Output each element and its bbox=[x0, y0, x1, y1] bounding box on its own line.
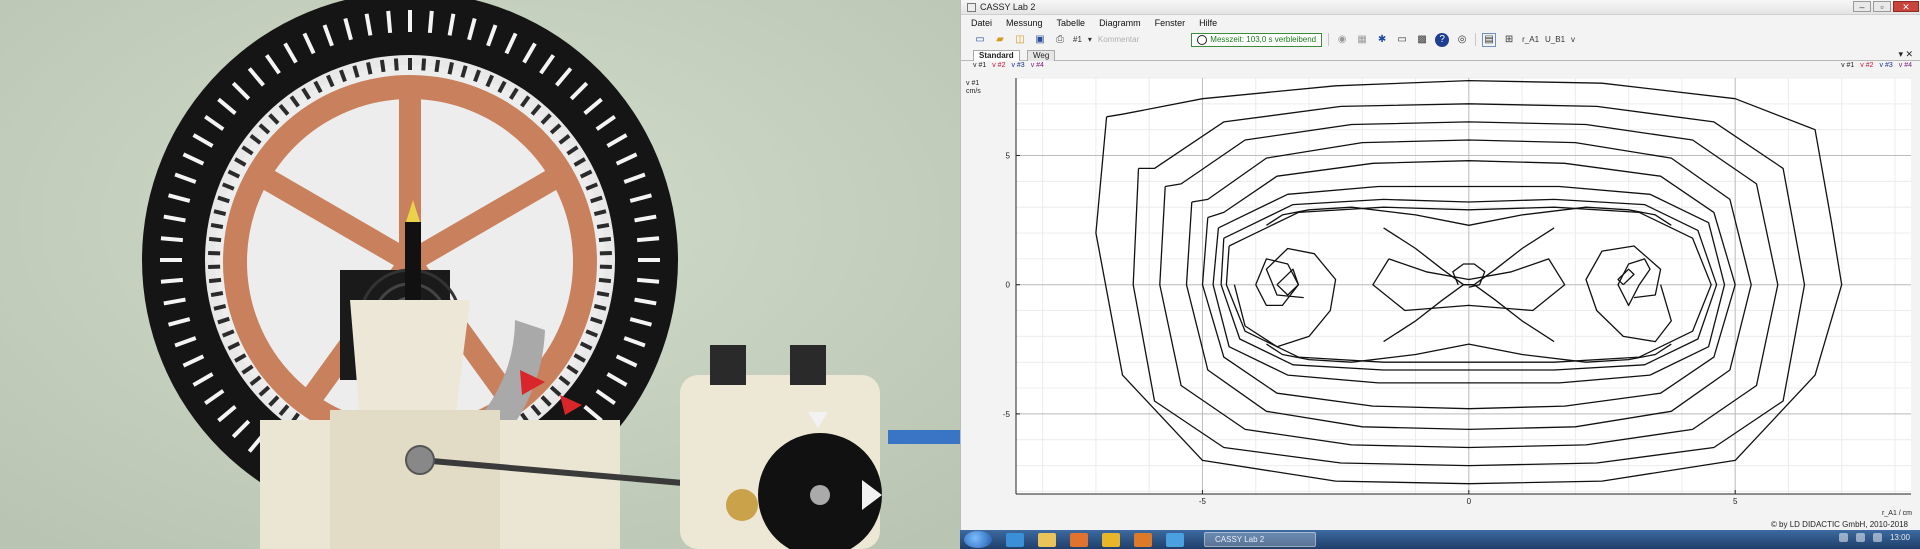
explorer-icon[interactable] bbox=[1038, 532, 1056, 547]
x-axis-label: r_A1 / cm bbox=[1882, 510, 1912, 517]
table-icon[interactable]: ▦ bbox=[1355, 33, 1369, 47]
new-file-icon[interactable]: ▭ bbox=[973, 33, 987, 47]
measurement-timer[interactable]: Messzeit: 103,0 s verbleibend bbox=[1191, 32, 1323, 47]
legend-v2-right[interactable]: v #2 bbox=[1860, 62, 1873, 72]
tray-arrow-icon[interactable] bbox=[1838, 533, 1848, 542]
readout-v[interactable]: v bbox=[1571, 35, 1575, 44]
media-player-icon[interactable] bbox=[1070, 532, 1088, 547]
pendulum-photo bbox=[0, 0, 960, 549]
menu-fenster[interactable]: Fenster bbox=[1155, 18, 1186, 28]
info-icon[interactable]: ◎ bbox=[1455, 33, 1469, 47]
window-controls: – ▫ ✕ bbox=[1853, 1, 1919, 12]
menu-datei[interactable]: Datei bbox=[971, 18, 992, 28]
clock-icon bbox=[1197, 34, 1208, 45]
y-tick-label: -5 bbox=[1003, 410, 1011, 419]
tab-standard[interactable]: Standard bbox=[973, 50, 1020, 61]
taskbar: CASSY Lab 2 13:00 bbox=[960, 530, 1920, 549]
save-icon[interactable]: ▣ bbox=[1033, 33, 1047, 47]
menu-diagramm[interactable]: Diagramm bbox=[1099, 18, 1141, 28]
legend-v3-right[interactable]: v #3 bbox=[1880, 62, 1893, 72]
app-icon-orange[interactable] bbox=[1134, 532, 1152, 547]
legend-v2[interactable]: v #2 bbox=[992, 62, 1005, 72]
toolbar: ▭ ▰ ◫ ▣ ⎙ #1 ▾ Kommentar Messzeit: 103,0… bbox=[961, 31, 1920, 48]
timer-text: Messzeit: 103,0 s verbleibend bbox=[1210, 35, 1317, 44]
menu-bar: Datei Messung Tabelle Diagramm Fenster H… bbox=[961, 16, 1920, 30]
window-title: CASSY Lab 2 bbox=[980, 2, 1036, 12]
phase-plot[interactable]: -5 0 5 5 0 -5 bbox=[966, 74, 1918, 514]
toolbar-separator bbox=[1475, 33, 1477, 46]
legend-v1-right[interactable]: v #1 bbox=[1841, 62, 1854, 72]
channel-dropdown-icon[interactable]: ▾ bbox=[1088, 35, 1092, 44]
phase-plot-svg[interactable]: -5 0 5 5 0 -5 bbox=[966, 74, 1918, 514]
minimize-button[interactable]: – bbox=[1853, 1, 1871, 12]
window-layout-icon[interactable]: ▤ bbox=[1482, 32, 1497, 47]
readout-rA1[interactable]: r_A1 bbox=[1522, 35, 1539, 44]
readout-UB1[interactable]: U_B1 bbox=[1545, 35, 1565, 44]
network-icon[interactable] bbox=[1855, 533, 1865, 542]
help-icon[interactable]: ? bbox=[1435, 32, 1450, 47]
toolbar-separator bbox=[1328, 33, 1330, 46]
close-button[interactable]: ✕ bbox=[1893, 1, 1919, 12]
app-icon-blue[interactable] bbox=[1166, 532, 1184, 547]
taskbar-cassy-button[interactable]: CASSY Lab 2 bbox=[1204, 532, 1316, 547]
legend-v4[interactable]: v #4 bbox=[1031, 62, 1044, 72]
app-icon-yellow[interactable] bbox=[1102, 532, 1120, 547]
legend-v4-right[interactable]: v #4 bbox=[1899, 62, 1912, 72]
legend-v1[interactable]: v #1 bbox=[973, 62, 986, 72]
app-icon bbox=[967, 2, 976, 12]
volume-icon[interactable] bbox=[1872, 533, 1882, 542]
print-icon[interactable]: ⎙ bbox=[1053, 33, 1067, 47]
ie-icon[interactable] bbox=[1006, 532, 1024, 547]
video-panel bbox=[0, 0, 960, 549]
tray-clock[interactable]: 13:00 bbox=[1890, 533, 1910, 542]
legend-left: v #1 v #2 v #3 v #4 bbox=[973, 62, 1044, 72]
maximize-button[interactable]: ▫ bbox=[1873, 1, 1891, 12]
title-bar: CASSY Lab 2 – ▫ ✕ bbox=[961, 0, 1920, 15]
tab-close-icon[interactable]: ▾ ✕ bbox=[1898, 49, 1913, 60]
display-icon[interactable]: ▭ bbox=[1395, 33, 1409, 47]
x-tick-label: 0 bbox=[1467, 497, 1472, 506]
system-tray: 13:00 bbox=[1838, 533, 1910, 542]
menu-hilfe[interactable]: Hilfe bbox=[1199, 18, 1217, 28]
comment-field[interactable]: Kommentar bbox=[1098, 35, 1139, 44]
open-example-icon[interactable]: ◫ bbox=[1013, 33, 1027, 47]
menu-messung[interactable]: Messung bbox=[1006, 18, 1043, 28]
screen: CASSY Lab 2 – ▫ ✕ Datei Messung Tabelle … bbox=[0, 0, 1920, 549]
menu-tabelle[interactable]: Tabelle bbox=[1057, 18, 1086, 28]
legend-right: v #1 v #2 v #3 v #4 bbox=[1841, 62, 1912, 72]
copyright-text: © by LD DIDACTIC GmbH, 2010-2018 bbox=[1770, 520, 1908, 529]
x-tick-label: 5 bbox=[1733, 497, 1738, 506]
tab-bar: Standard Weg ▾ ✕ bbox=[961, 49, 1920, 61]
channel-select[interactable]: #1 bbox=[1073, 35, 1082, 44]
legend-v3[interactable]: v #3 bbox=[1011, 62, 1024, 72]
zero-icon[interactable]: ◉ bbox=[1335, 33, 1349, 47]
settings-gear-icon[interactable]: ✱ bbox=[1375, 33, 1389, 47]
y-tick-label: 0 bbox=[1006, 281, 1011, 290]
window-split-icon[interactable]: ⊞ bbox=[1502, 33, 1516, 47]
x-tick-label: -5 bbox=[1199, 497, 1207, 506]
tab-weg[interactable]: Weg bbox=[1027, 50, 1056, 61]
open-folder-icon[interactable]: ▰ bbox=[993, 33, 1007, 47]
start-button[interactable] bbox=[964, 531, 992, 548]
y-tick-label: 5 bbox=[1006, 152, 1011, 161]
calculator-icon[interactable]: ▩ bbox=[1415, 33, 1429, 47]
